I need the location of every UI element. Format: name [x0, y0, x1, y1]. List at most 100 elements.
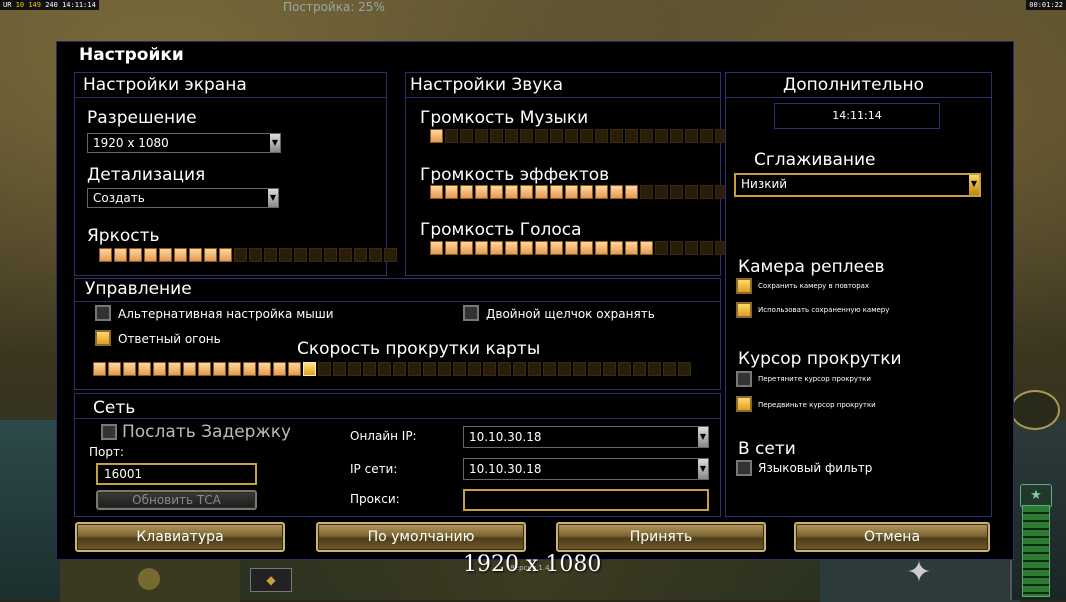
slider-segment[interactable]: [633, 362, 646, 376]
slider-segment[interactable]: [219, 248, 232, 262]
defaults-button[interactable]: По умолчанию: [316, 522, 526, 552]
update-tca-button[interactable]: Обновить ТСА: [96, 490, 257, 510]
effects-volume-slider[interactable]: [430, 185, 728, 199]
slider-segment[interactable]: [700, 129, 713, 143]
slider-segment[interactable]: [685, 241, 698, 255]
slider-segment[interactable]: [588, 362, 601, 376]
slider-segment[interactable]: [303, 362, 316, 376]
slider-segment[interactable]: [610, 129, 623, 143]
slider-segment[interactable]: [565, 129, 578, 143]
chevron-down-icon[interactable]: ▼: [698, 459, 708, 479]
slider-segment[interactable]: [114, 248, 127, 262]
slider-segment[interactable]: [520, 129, 533, 143]
slider-segment[interactable]: [565, 185, 578, 199]
slider-segment[interactable]: [273, 362, 286, 376]
slider-segment[interactable]: [363, 362, 376, 376]
slider-segment[interactable]: [258, 362, 271, 376]
slider-segment[interactable]: [580, 241, 593, 255]
slider-segment[interactable]: [625, 185, 638, 199]
chevron-down-icon[interactable]: ▼: [270, 134, 280, 152]
brightness-slider[interactable]: [99, 248, 397, 262]
slider-segment[interactable]: [618, 362, 631, 376]
slider-segment[interactable]: [573, 362, 586, 376]
voice-volume-slider[interactable]: [430, 241, 728, 255]
slider-segment[interactable]: [468, 362, 481, 376]
slider-segment[interactable]: [423, 362, 436, 376]
drag-cursor-radio[interactable]: [736, 371, 752, 387]
slider-segment[interactable]: [475, 185, 488, 199]
chevron-down-icon[interactable]: ▼: [698, 427, 708, 447]
slider-segment[interactable]: [610, 241, 623, 255]
move-cursor-radio[interactable]: [736, 396, 752, 412]
slider-segment[interactable]: [445, 129, 458, 143]
slider-segment[interactable]: [550, 241, 563, 255]
slider-segment[interactable]: [153, 362, 166, 376]
slider-segment[interactable]: [625, 241, 638, 255]
slider-segment[interactable]: [595, 129, 608, 143]
slider-segment[interactable]: [460, 129, 473, 143]
slider-segment[interactable]: [189, 248, 202, 262]
slider-segment[interactable]: [159, 248, 172, 262]
slider-segment[interactable]: [430, 129, 443, 143]
slider-segment[interactable]: [324, 248, 337, 262]
slider-segment[interactable]: [354, 248, 367, 262]
detail-select[interactable]: Создать ▼: [87, 188, 279, 208]
save-camera-checkbox[interactable]: [736, 278, 752, 294]
send-delay-checkbox[interactable]: [101, 424, 117, 440]
slider-segment[interactable]: [655, 241, 668, 255]
chevron-down-icon[interactable]: ▼: [969, 175, 979, 195]
keyboard-button[interactable]: Клавиатура: [75, 522, 285, 552]
slider-segment[interactable]: [108, 362, 121, 376]
slider-segment[interactable]: [475, 129, 488, 143]
slider-segment[interactable]: [625, 129, 638, 143]
slider-segment[interactable]: [288, 362, 301, 376]
slider-segment[interactable]: [603, 362, 616, 376]
slider-segment[interactable]: [348, 362, 361, 376]
slider-segment[interactable]: [228, 362, 241, 376]
slider-segment[interactable]: [99, 248, 112, 262]
slider-segment[interactable]: [490, 129, 503, 143]
slider-segment[interactable]: [505, 129, 518, 143]
antialiasing-select[interactable]: Низкий ▼: [734, 173, 981, 197]
slider-segment[interactable]: [183, 362, 196, 376]
slider-segment[interactable]: [234, 248, 247, 262]
music-volume-slider[interactable]: [430, 129, 728, 143]
slider-segment[interactable]: [213, 362, 226, 376]
slider-segment[interactable]: [700, 241, 713, 255]
slider-segment[interactable]: [655, 129, 668, 143]
double-click-checkbox[interactable]: [463, 305, 479, 321]
use-saved-camera-checkbox[interactable]: [736, 302, 752, 318]
cancel-button[interactable]: Отмена: [794, 522, 990, 552]
return-fire-checkbox[interactable]: [95, 330, 111, 346]
slider-segment[interactable]: [393, 362, 406, 376]
slider-segment[interactable]: [144, 248, 157, 262]
slider-segment[interactable]: [475, 241, 488, 255]
slider-segment[interactable]: [535, 185, 548, 199]
slider-segment[interactable]: [264, 248, 277, 262]
slider-segment[interactable]: [505, 241, 518, 255]
net-ip-select[interactable]: 10.10.30.18 ▼: [463, 458, 709, 480]
slider-segment[interactable]: [249, 248, 262, 262]
slider-segment[interactable]: [333, 362, 346, 376]
slider-segment[interactable]: [595, 185, 608, 199]
slider-segment[interactable]: [445, 241, 458, 255]
slider-segment[interactable]: [460, 185, 473, 199]
slider-segment[interactable]: [670, 185, 683, 199]
slider-segment[interactable]: [670, 129, 683, 143]
slider-segment[interactable]: [565, 241, 578, 255]
slider-segment[interactable]: [505, 185, 518, 199]
slider-segment[interactable]: [640, 129, 653, 143]
slider-segment[interactable]: [663, 362, 676, 376]
slider-segment[interactable]: [685, 185, 698, 199]
slider-segment[interactable]: [490, 241, 503, 255]
slider-segment[interactable]: [243, 362, 256, 376]
slider-segment[interactable]: [369, 248, 382, 262]
slider-segment[interactable]: [535, 129, 548, 143]
slider-segment[interactable]: [339, 248, 352, 262]
slider-segment[interactable]: [294, 248, 307, 262]
port-input[interactable]: 16001: [96, 463, 257, 485]
slider-segment[interactable]: [520, 241, 533, 255]
language-filter-checkbox[interactable]: [736, 460, 752, 476]
slider-segment[interactable]: [670, 241, 683, 255]
slider-segment[interactable]: [535, 241, 548, 255]
